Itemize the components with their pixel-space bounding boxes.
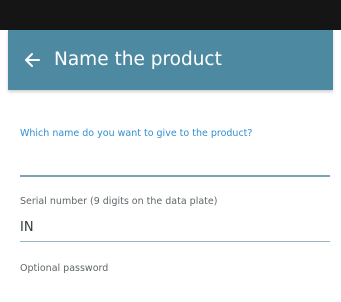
- serial-number-input[interactable]: [20, 215, 330, 239]
- product-name-input[interactable]: [20, 148, 330, 172]
- serial-number-underline: [20, 241, 330, 242]
- arrow-left-icon: [22, 50, 42, 70]
- product-name-underline: [20, 175, 330, 177]
- optional-password-label[interactable]: Optional password: [20, 263, 108, 274]
- product-name-label: Which name do you want to give to the pr…: [20, 128, 253, 139]
- status-bar: [0, 0, 341, 30]
- serial-number-label: Serial number (9 digits on the data plat…: [20, 196, 218, 207]
- page-title: Name the product: [54, 49, 222, 70]
- back-button[interactable]: [18, 44, 46, 76]
- app-bar: Name the product: [8, 30, 333, 90]
